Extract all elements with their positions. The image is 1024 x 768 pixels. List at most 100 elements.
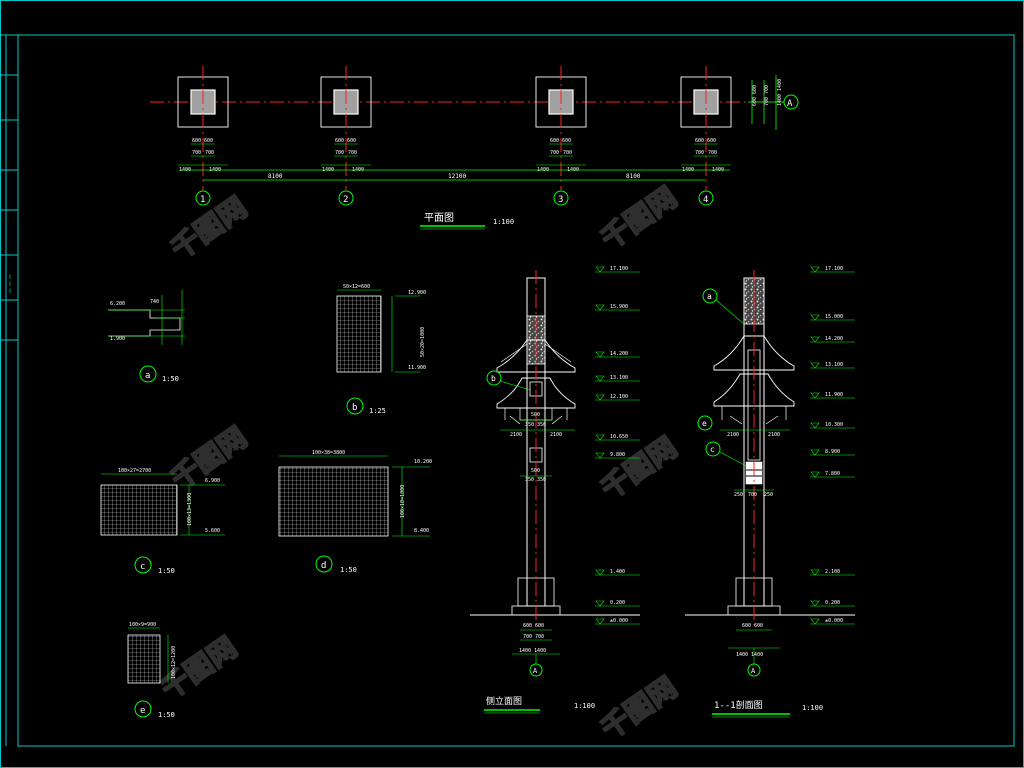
section-level-value: 8.900 bbox=[825, 449, 840, 455]
detail-d-top-dim: 100×38=3800 bbox=[312, 450, 345, 456]
section-level-value: 0.200 bbox=[825, 600, 840, 606]
elev-level-value: 17.100 bbox=[610, 266, 628, 272]
detail-b-elev: 12.900 bbox=[408, 290, 426, 296]
detail-e-side-dim: 100×12=1200 bbox=[171, 646, 177, 679]
elev-scale: 1:100 bbox=[574, 702, 595, 710]
callout-c-label: c bbox=[710, 445, 715, 454]
section-base-dim: 1400 1400 bbox=[736, 652, 763, 658]
elev-dim: 2100 bbox=[510, 432, 522, 438]
elev-base-dim: 700 700 bbox=[523, 634, 544, 640]
elev-level-value: 9.800 bbox=[610, 452, 625, 458]
elev-dim: 2100 bbox=[550, 432, 562, 438]
plan-column-sub-dim: 700 bbox=[695, 150, 704, 156]
elev-level-value: 14.200 bbox=[610, 351, 628, 357]
detail-e-label: e bbox=[140, 706, 145, 716]
axis-label-a: A bbox=[787, 99, 793, 109]
section-level-value: 2.100 bbox=[825, 569, 840, 575]
detail-b-elev: 11.900 bbox=[408, 365, 426, 371]
detail-a-label: a bbox=[145, 371, 150, 381]
section-level-value: 11.900 bbox=[825, 392, 843, 398]
span-dim: 8100 bbox=[626, 173, 641, 180]
svg-text:‖: ‖ bbox=[9, 274, 11, 279]
plan-scale: 1:100 bbox=[493, 218, 514, 226]
section-level-value: 14.200 bbox=[825, 336, 843, 342]
detail-c-top-dim: 100×27=2700 bbox=[118, 468, 151, 474]
detail-c-elev: 5.600 bbox=[205, 528, 220, 534]
detail-b-scale: 1:25 bbox=[369, 407, 386, 415]
plan-column-sub-dim: 700 bbox=[348, 150, 357, 156]
detail-c-scale: 1:50 bbox=[158, 567, 175, 575]
detail-b-side-dim: 50×20=1000 bbox=[420, 327, 426, 357]
elev-level-value: ±0.000 bbox=[610, 618, 628, 624]
section-dim: 700 bbox=[748, 492, 757, 498]
plan-title: 平面图 bbox=[424, 212, 454, 224]
axis-label-2: 2 bbox=[343, 195, 348, 205]
elev-level-value: 1.400 bbox=[610, 569, 625, 575]
elev-dim: 350 350 bbox=[525, 422, 546, 428]
detail-a-dim: 740 bbox=[150, 299, 159, 305]
callout-a-label: a bbox=[707, 292, 712, 301]
section-dim: 2100 bbox=[768, 432, 780, 438]
plan-column-dim: 600 600 bbox=[550, 138, 571, 144]
elev-dim: 350 350 bbox=[525, 477, 546, 483]
detail-c-label: c bbox=[140, 562, 145, 572]
span-dim: 12100 bbox=[448, 173, 466, 180]
detail-d-elev: 10.200 bbox=[414, 459, 432, 465]
elev-level-value: 15.900 bbox=[610, 304, 628, 310]
plan-column-sub-dim: 700 bbox=[335, 150, 344, 156]
section-level-value: 10.300 bbox=[825, 422, 843, 428]
plan-column-dim: 600 600 bbox=[192, 138, 213, 144]
plan-column-sub-dim: 700 bbox=[708, 150, 717, 156]
detail-e-scale: 1:50 bbox=[158, 711, 175, 719]
plan-column-sub-dim: 700 bbox=[550, 150, 559, 156]
section-level-value: 7.800 bbox=[825, 471, 840, 477]
detail-d-scale: 1:50 bbox=[340, 566, 357, 574]
section-title: 1--1剖面图 bbox=[714, 699, 763, 711]
callout-b-label: b bbox=[491, 374, 496, 383]
axis-label-3: 3 bbox=[558, 195, 563, 205]
detail-a-dim: 1.900 bbox=[110, 336, 125, 342]
section-level-value: 17.100 bbox=[825, 266, 843, 272]
axis-label-1: 1 bbox=[200, 195, 205, 205]
section-level-value: 13.100 bbox=[825, 362, 843, 368]
elev-base-dim: 1400 1400 bbox=[519, 648, 546, 654]
elev-level-value: 10.650 bbox=[610, 434, 628, 440]
elev-title: 侧立面图 bbox=[486, 695, 522, 707]
detail-c-elev: 6.900 bbox=[205, 478, 220, 484]
detail-c-side-dim: 100×13=1300 bbox=[187, 493, 193, 526]
plan-column-sub-dim: 700 bbox=[563, 150, 572, 156]
section-scale: 1:100 bbox=[802, 704, 823, 712]
span-dim: 8100 bbox=[268, 173, 283, 180]
svg-text:‖: ‖ bbox=[9, 281, 11, 286]
section-level-value: ±0.000 bbox=[825, 618, 843, 624]
plan-column-sub-dim: 700 bbox=[205, 150, 214, 156]
plan-column-dim: 600 600 bbox=[695, 138, 716, 144]
section-level-value: 15.000 bbox=[825, 314, 843, 320]
plan-right-dim: 700 700 bbox=[764, 85, 770, 106]
cad-drawing-sheet: ‖ ‖ ‖ 千图网 千图网 千图网 千图网 千图网 千图网 600 600700… bbox=[0, 0, 1024, 768]
detail-b-top-dim: 50×12=600 bbox=[343, 284, 370, 290]
axis-label-4: 4 bbox=[703, 195, 708, 205]
section-dim: 250 bbox=[734, 492, 743, 498]
detail-a-dim: 6.200 bbox=[110, 301, 125, 307]
detail-a-scale: 1:50 bbox=[162, 375, 179, 383]
elev-level-value: 12.100 bbox=[610, 394, 628, 400]
elev-dim: 500 bbox=[531, 412, 540, 418]
elev-base-dim: 600 600 bbox=[523, 623, 544, 629]
svg-text:‖: ‖ bbox=[9, 288, 11, 293]
detail-d-elev: 8.400 bbox=[414, 528, 429, 534]
detail-b-label: b bbox=[352, 403, 357, 413]
section-dim: 250 bbox=[764, 492, 773, 498]
elev-dim: 500 bbox=[531, 468, 540, 474]
callout-e-label: e bbox=[702, 419, 707, 428]
elev-level-value: 0.200 bbox=[610, 600, 625, 606]
plan-right-dim: 600 600 bbox=[752, 85, 758, 106]
detail-d-side-dim: 100×18=1800 bbox=[400, 485, 406, 518]
elev-level-value: 13.100 bbox=[610, 375, 628, 381]
detail-e-top-dim: 100×9=900 bbox=[129, 622, 156, 628]
plan-column-sub-dim: 700 bbox=[192, 150, 201, 156]
detail-d-label: d bbox=[321, 561, 326, 571]
section-base-dim: 600 600 bbox=[742, 623, 763, 629]
section-dim: 2100 bbox=[727, 432, 739, 438]
plan-column-dim: 600 600 bbox=[335, 138, 356, 144]
